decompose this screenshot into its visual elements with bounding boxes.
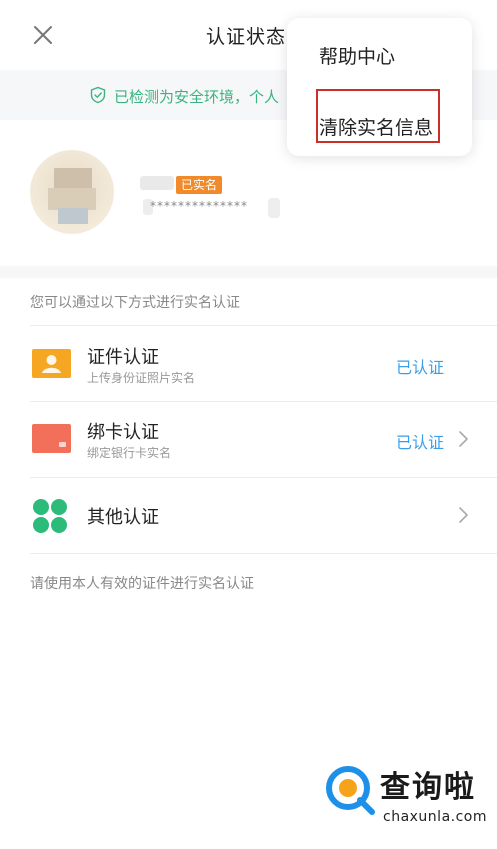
watermark-domain: chaxunla.com	[383, 809, 487, 825]
method-subtitle: 上传身份证照片实名	[87, 371, 196, 385]
id-redaction-right	[268, 198, 280, 218]
chevron-right-icon	[459, 431, 468, 447]
menu-item-help-center[interactable]: 帮助中心	[319, 42, 395, 69]
divider	[30, 553, 497, 554]
method-status: 已认证	[396, 433, 445, 452]
method-status: 已认证	[396, 358, 445, 377]
method-title: 绑卡认证	[87, 422, 159, 443]
method-subtitle: 绑定银行卡实名	[87, 446, 172, 460]
method-title: 其他认证	[87, 507, 159, 528]
chevron-right-icon	[459, 507, 468, 523]
watermark-logo-icon	[326, 766, 375, 815]
shield-check-icon	[90, 86, 106, 104]
method-title: 证件认证	[87, 347, 159, 368]
close-icon[interactable]	[30, 22, 56, 48]
section-separator	[0, 266, 497, 278]
user-name-redacted	[140, 176, 174, 190]
avatar	[30, 150, 114, 234]
section-hint: 您可以通过以下方式进行实名认证	[30, 295, 240, 311]
watermark-name: 查询啦	[380, 770, 476, 805]
grid-dots-icon	[33, 499, 67, 533]
highlight-box	[316, 89, 440, 143]
verified-badge: 已实名	[176, 176, 223, 194]
footer-note: 请使用本人有效的证件进行实名认证	[30, 576, 254, 592]
page-title: 认证状态	[206, 26, 287, 48]
id-card-icon	[32, 349, 71, 378]
bank-card-icon	[32, 424, 71, 453]
method-row-bank-card[interactable]: 绑卡认证 绑定银行卡实名 已认证	[0, 402, 497, 477]
method-row-id-card[interactable]: 证件认证 上传身份证照片实名 已认证	[0, 326, 497, 401]
safety-text: 已检测为安全环境，个人	[114, 88, 280, 106]
masked-id-number: **************	[150, 199, 248, 213]
method-row-other[interactable]: 其他认证	[0, 478, 497, 553]
